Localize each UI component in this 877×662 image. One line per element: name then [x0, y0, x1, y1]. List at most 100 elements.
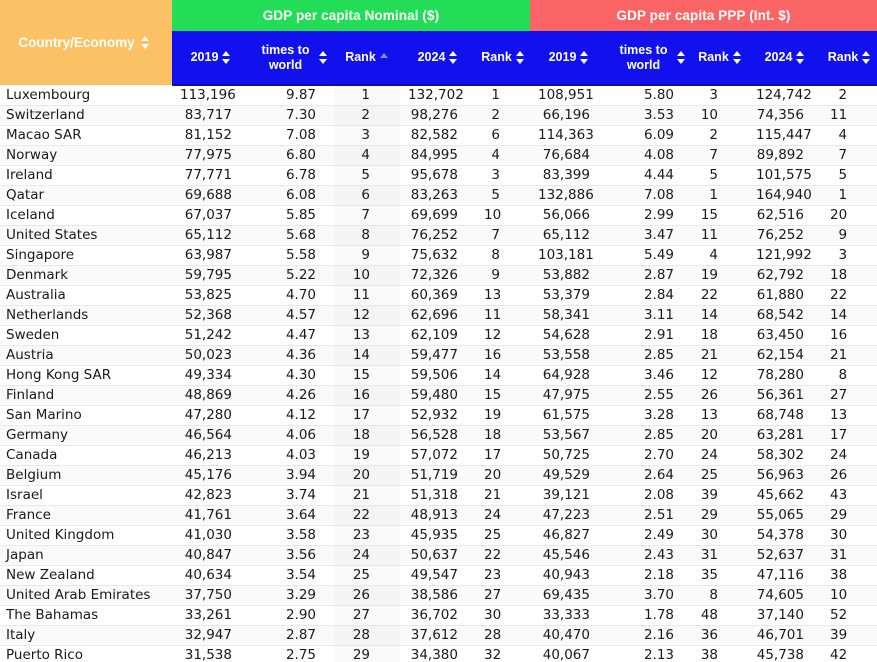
sort-both-icon[interactable] [862, 51, 871, 64]
column-header-nominal-2019[interactable]: 2019 [172, 31, 250, 86]
cell-value: 58,341 [530, 305, 608, 326]
cell-value: 45,935 [400, 525, 476, 546]
sort-both-icon[interactable] [140, 36, 150, 49]
cell-value: 19 [692, 265, 748, 286]
cell-value: 59,795 [172, 265, 250, 286]
cell-value: 40,847 [172, 545, 250, 566]
cell-value: 10 [334, 265, 400, 286]
cell-value: 42 [822, 645, 877, 662]
column-header-label: 2019 [190, 50, 219, 65]
table-row[interactable]: Ireland 77,771 6.78 5 95,678 3 83,399 4.44 5 101,… [0, 165, 877, 186]
sort-both-icon[interactable] [449, 51, 458, 64]
cell-value: 4.12 [250, 405, 334, 426]
column-header-ppp-times-to-world[interactable]: times to world [608, 31, 692, 86]
table-row[interactable]: Luxembourg 113,196 9.87 1 132,702 1 108,951 5.8… [0, 85, 877, 106]
table-row[interactable]: The Bahamas 33,261 2.90 27 36,702 30 33,333 1.7… [0, 605, 877, 626]
cell-value: 81,152 [172, 125, 250, 146]
cell-value: 33,333 [530, 605, 608, 626]
cell-country: Hong Kong SAR [0, 365, 172, 386]
table-row[interactable]: Sweden 51,242 4.47 13 62,109 12 54,628 2.91 18 63… [0, 325, 877, 346]
column-header-ppp-rank-2024[interactable]: Rank [822, 31, 877, 86]
table-row[interactable]: France 41,761 3.64 22 48,913 24 47,223 2.51 29 55… [0, 505, 877, 526]
table-row[interactable]: United Arab Emirates 37,750 3.29 26 38,586 27… [0, 585, 877, 606]
cell-value: 25 [476, 525, 530, 546]
cell-value: 76,252 [748, 225, 822, 246]
sort-both-icon[interactable] [515, 51, 525, 64]
sort-ascending-icon[interactable] [379, 51, 389, 64]
cell-value: 16 [822, 325, 877, 346]
cell-value: 29 [822, 505, 877, 526]
cell-value: 49,547 [400, 565, 476, 586]
cell-value: 4 [334, 145, 400, 166]
cell-value: 24 [334, 545, 400, 566]
cell-value: 68,748 [748, 405, 822, 426]
column-header-nominal-rank-2024[interactable]: Rank [476, 31, 530, 86]
column-header-ppp-2024[interactable]: 2024 [748, 31, 822, 86]
table-row[interactable]: Australia 53,825 4.70 11 60,369 13 53,379 2.84 2… [0, 285, 877, 306]
table-row[interactable]: Belgium 45,176 3.94 20 51,719 20 49,529 2.64 25 5… [0, 465, 877, 486]
cell-value: 114,363 [530, 125, 608, 146]
cell-value: 45,546 [530, 545, 608, 566]
table-row[interactable]: Canada 46,213 4.03 19 57,072 17 50,725 2.70 24 58… [0, 445, 877, 466]
table-row[interactable]: Austria 50,023 4.36 14 59,477 16 53,558 2.85 21 6… [0, 345, 877, 366]
cell-country: United Arab Emirates [0, 585, 172, 606]
table-row[interactable]: Finland 48,869 4.26 16 59,480 15 47,975 2.55 26 5… [0, 385, 877, 406]
sort-both-icon[interactable] [677, 51, 686, 64]
column-header-country[interactable]: Country/Economy [0, 0, 172, 85]
cell-value: 30 [476, 605, 530, 626]
cell-value: 15 [692, 205, 748, 226]
cell-value: 26 [334, 585, 400, 606]
cell-value: 39 [692, 485, 748, 506]
table-row[interactable]: United States 65,112 5.68 8 76,252 7 65,112 3.4… [0, 225, 877, 246]
cell-value: 6.09 [608, 125, 692, 146]
cell-value: 12 [334, 305, 400, 326]
table-row[interactable]: Switzerland 83,717 7.30 2 98,276 2 66,196 3.53 1… [0, 105, 877, 126]
table-row[interactable]: New Zealand 40,634 3.54 25 49,547 23 40,943 2.1… [0, 565, 877, 586]
table-row[interactable]: Qatar 69,688 6.08 6 83,263 5 132,886 7.08 1 164,9… [0, 185, 877, 206]
table-row[interactable]: Singapore 63,987 5.58 9 75,632 8 103,181 5.49 4 1… [0, 245, 877, 266]
sort-both-icon[interactable] [222, 51, 231, 64]
cell-value: 16 [334, 385, 400, 406]
cell-value: 1.78 [608, 605, 692, 626]
cell-value: 4 [692, 245, 748, 266]
table-row[interactable]: Denmark 59,795 5.22 10 72,326 9 53,882 2.87 19 62… [0, 265, 877, 286]
table-row[interactable]: Norway 77,975 6.80 4 84,995 4 76,684 4.08 7 89,89… [0, 145, 877, 166]
table-row[interactable]: United Kingdom 41,030 3.58 23 45,935 25 46,827… [0, 525, 877, 546]
sort-both-icon[interactable] [319, 51, 328, 64]
cell-value: 55,065 [748, 505, 822, 526]
cell-value: 31 [822, 545, 877, 566]
column-header-label: 2019 [548, 50, 577, 65]
column-header-ppp-rank-2019[interactable]: Rank [692, 31, 748, 86]
cell-value: 5.22 [250, 265, 334, 286]
sort-both-icon[interactable] [580, 51, 589, 64]
table-row[interactable]: Hong Kong SAR 49,334 4.30 15 59,506 14 64,928 3… [0, 365, 877, 386]
cell-value: 8 [334, 225, 400, 246]
cell-value: 4.03 [250, 445, 334, 466]
table-row[interactable]: Italy 32,947 2.87 28 37,612 28 40,470 2.16 36 46,… [0, 625, 877, 646]
cell-value: 52,637 [748, 545, 822, 566]
sort-both-icon[interactable] [796, 51, 805, 64]
table-row[interactable]: Iceland 67,037 5.85 7 69,699 10 56,066 2.99 15 62… [0, 205, 877, 226]
table-row[interactable]: Puerto Rico 31,538 2.75 29 34,380 32 40,067 2.1… [0, 645, 877, 662]
cell-value: 15 [334, 365, 400, 386]
gdp-per-capita-table: Country/Economy GDP per capita Nominal (… [0, 0, 877, 662]
table-row[interactable]: San Marino 47,280 4.12 17 52,932 19 61,575 3.28… [0, 405, 877, 426]
column-header-nominal-rank-2019[interactable]: Rank [334, 31, 400, 86]
cell-value: 62,516 [748, 205, 822, 226]
cell-value: 5.68 [250, 225, 334, 246]
table-row[interactable]: Japan 40,847 3.56 24 50,637 22 45,546 2.43 31 52,… [0, 545, 877, 566]
sort-both-icon[interactable] [732, 51, 742, 64]
cell-value: 69,699 [400, 205, 476, 226]
table-row[interactable]: Macao SAR 81,152 7.08 3 82,582 6 114,363 6.09 2 1… [0, 125, 877, 146]
cell-value: 19 [334, 445, 400, 466]
cell-value: 2 [822, 85, 877, 106]
column-header-nominal-2024[interactable]: 2024 [400, 31, 476, 86]
table-row[interactable]: Germany 46,564 4.06 18 56,528 18 53,567 2.85 20 6… [0, 425, 877, 446]
column-header-ppp-2019[interactable]: 2019 [530, 31, 608, 86]
cell-value: 17 [334, 405, 400, 426]
table-row[interactable]: Netherlands 52,368 4.57 12 62,696 11 58,341 3.1… [0, 305, 877, 326]
table-row[interactable]: Israel 42,823 3.74 21 51,318 21 39,121 2.08 39 45… [0, 485, 877, 506]
cell-value: 25 [334, 565, 400, 586]
column-header-nominal-times-to-world[interactable]: times to world [250, 31, 334, 86]
cell-value: 18 [692, 325, 748, 346]
